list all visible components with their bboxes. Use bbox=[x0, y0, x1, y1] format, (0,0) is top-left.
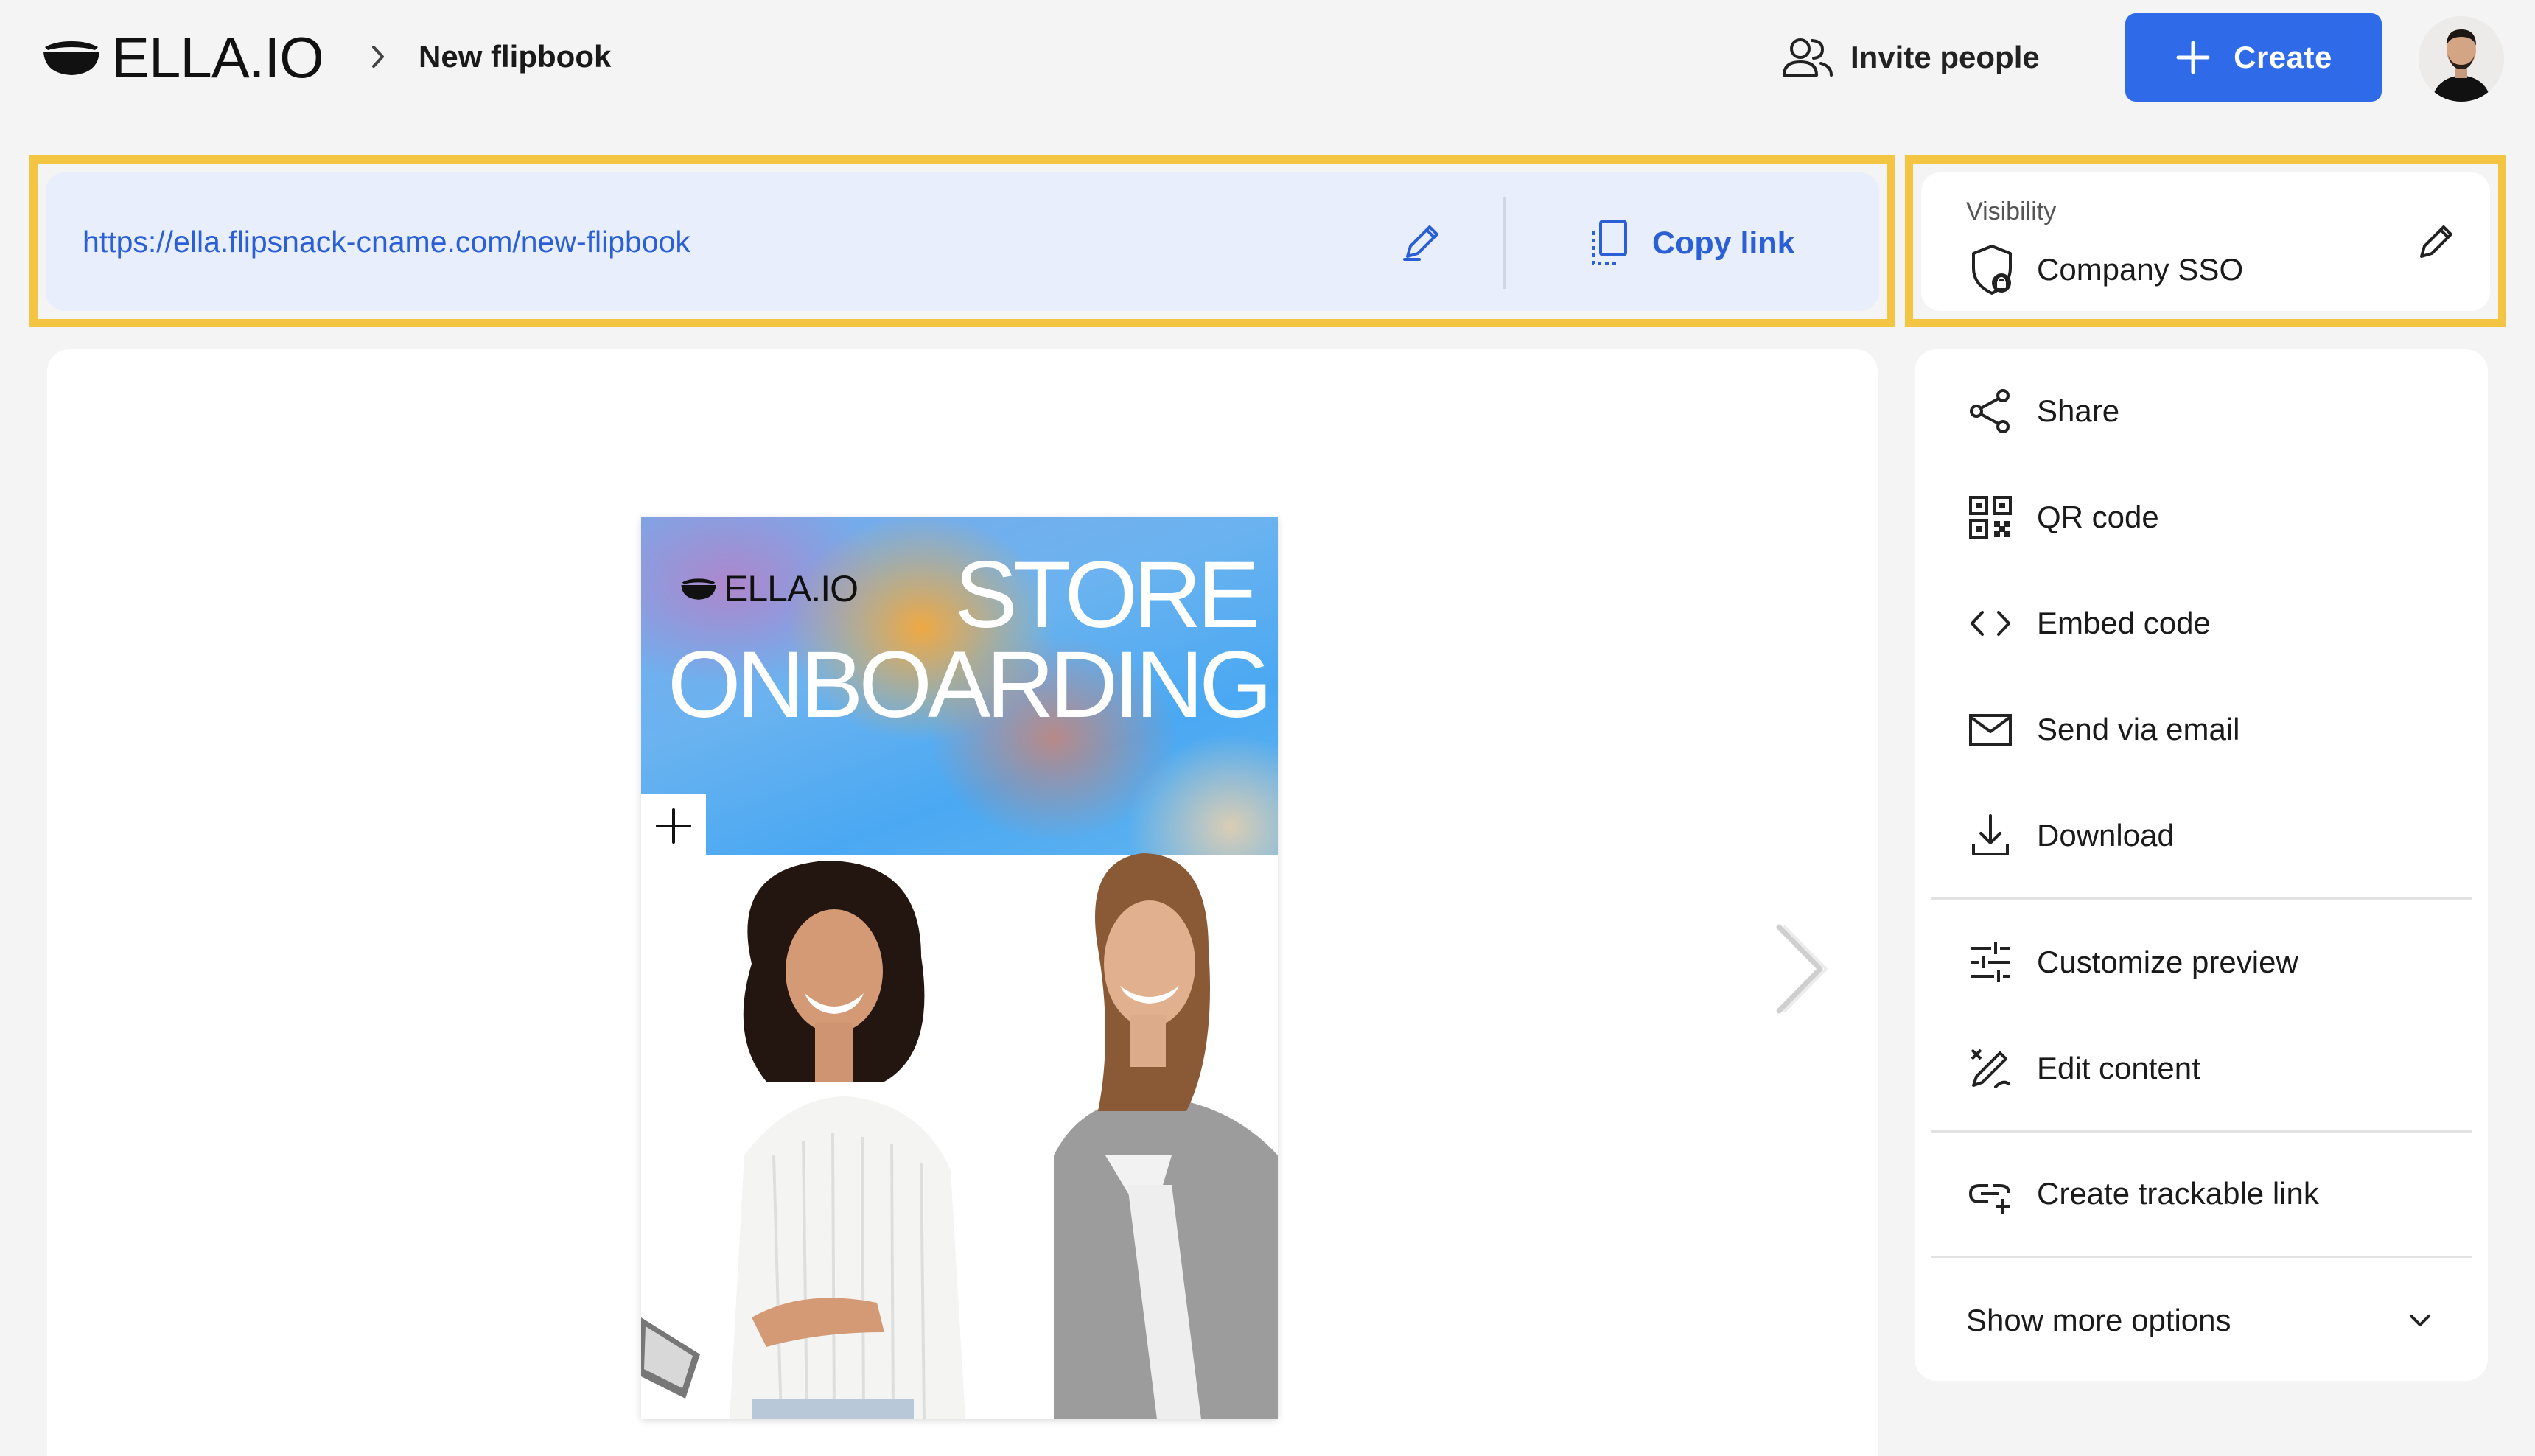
breadcrumb-chevron-icon bbox=[372, 46, 384, 68]
share-page: ELLA.IO New flipbook Invite people Creat… bbox=[0, 0, 2535, 1456]
people-icon bbox=[1783, 38, 1833, 77]
create-label: Create bbox=[2234, 40, 2332, 74]
sliders-icon bbox=[1965, 937, 2016, 988]
edit-visibility-pencil-icon[interactable] bbox=[2411, 218, 2460, 267]
show-more-options-button[interactable]: Show more options bbox=[1966, 1291, 2438, 1350]
plus-icon bbox=[656, 808, 691, 844]
menu-item-label: Download bbox=[2037, 818, 2175, 853]
shield-lock-icon bbox=[1972, 245, 2012, 295]
copy-link-label: Copy link bbox=[1652, 225, 1795, 261]
logo-text: ELLA.IO bbox=[111, 25, 324, 90]
cover-photo-two-women bbox=[641, 853, 1278, 1419]
edit-link-pencil-icon[interactable] bbox=[1397, 218, 1446, 267]
cover-add-button[interactable] bbox=[641, 794, 706, 858]
menu-item-download[interactable]: Download bbox=[1965, 806, 2175, 865]
user-avatar[interactable] bbox=[2419, 16, 2504, 102]
link-divider bbox=[1503, 197, 1506, 289]
cover-title-line1: STORE bbox=[954, 542, 1260, 648]
share-link-url[interactable]: https://ella.flipsnack-cname.com/new-fli… bbox=[83, 221, 690, 262]
menu-item-label: Customize preview bbox=[2037, 945, 2298, 979]
menu-item-send-via-email[interactable]: Send via email bbox=[1965, 700, 2239, 759]
menu-item-qr-code[interactable]: QR code bbox=[1965, 488, 2159, 547]
share-icon bbox=[1965, 385, 2016, 437]
create-button[interactable]: Create bbox=[2125, 13, 2382, 102]
edit-content-icon bbox=[1965, 1043, 2016, 1094]
chevron-down-icon bbox=[2410, 1315, 2430, 1326]
menu-item-label: QR code bbox=[2037, 500, 2159, 534]
menu-item-embed-code[interactable]: Embed code bbox=[1965, 594, 2211, 653]
menu-item-label: Share bbox=[2037, 393, 2120, 428]
cover-logo: ELLA.IO bbox=[679, 567, 859, 610]
flipbook-cover[interactable]: ELLA.IO STORE ONBOARDING bbox=[641, 517, 1278, 1419]
menu-item-edit-content[interactable]: Edit content bbox=[1965, 1039, 2200, 1098]
menu-item-label: Create trackable link bbox=[2037, 1176, 2319, 1211]
code-icon bbox=[1965, 598, 2016, 649]
mail-icon bbox=[1965, 704, 2016, 755]
logo-bowl-icon bbox=[43, 41, 99, 75]
visibility-label: Visibility bbox=[1966, 197, 2057, 225]
menu-item-create-trackable-link[interactable]: Create trackable link bbox=[1965, 1164, 2319, 1223]
copy-link-button[interactable]: Copy link bbox=[1584, 217, 1795, 270]
next-page-chevron-icon[interactable] bbox=[1769, 921, 1835, 1017]
copy-icon bbox=[1592, 220, 1627, 265]
cover-logo-text: ELLA.IO bbox=[724, 568, 859, 609]
menu-item-share[interactable]: Share bbox=[1965, 382, 2119, 441]
avatar-photo bbox=[2419, 16, 2504, 102]
menu-item-label: Embed code bbox=[2037, 606, 2211, 640]
menu-item-customize-preview[interactable]: Customize preview bbox=[1965, 933, 2298, 992]
invite-people-label: Invite people bbox=[1850, 40, 2040, 74]
top-bar: ELLA.IO New flipbook Invite people Creat… bbox=[0, 0, 2535, 115]
breadcrumb-title[interactable]: New flipbook bbox=[419, 37, 611, 77]
invite-people-button[interactable]: Invite people bbox=[1780, 32, 2040, 83]
plus-icon bbox=[2176, 41, 2210, 74]
menu-item-label: Send via email bbox=[2037, 712, 2240, 746]
show-more-options-label: Show more options bbox=[1966, 1303, 2231, 1337]
menu-item-label: Edit content bbox=[2037, 1051, 2200, 1085]
cover-title-line2: ONBOARDING bbox=[668, 632, 1273, 738]
menu-divider bbox=[1931, 897, 2472, 900]
download-icon bbox=[1965, 810, 2016, 861]
menu-divider bbox=[1931, 1256, 2472, 1258]
link-add-icon bbox=[1965, 1168, 2016, 1219]
qr-code-icon bbox=[1965, 491, 2016, 543]
visibility-value: Company SSO bbox=[2037, 252, 2244, 287]
menu-divider bbox=[1931, 1130, 2472, 1133]
cover-logo-bowl-icon bbox=[681, 578, 716, 600]
app-logo[interactable]: ELLA.IO bbox=[41, 25, 324, 90]
